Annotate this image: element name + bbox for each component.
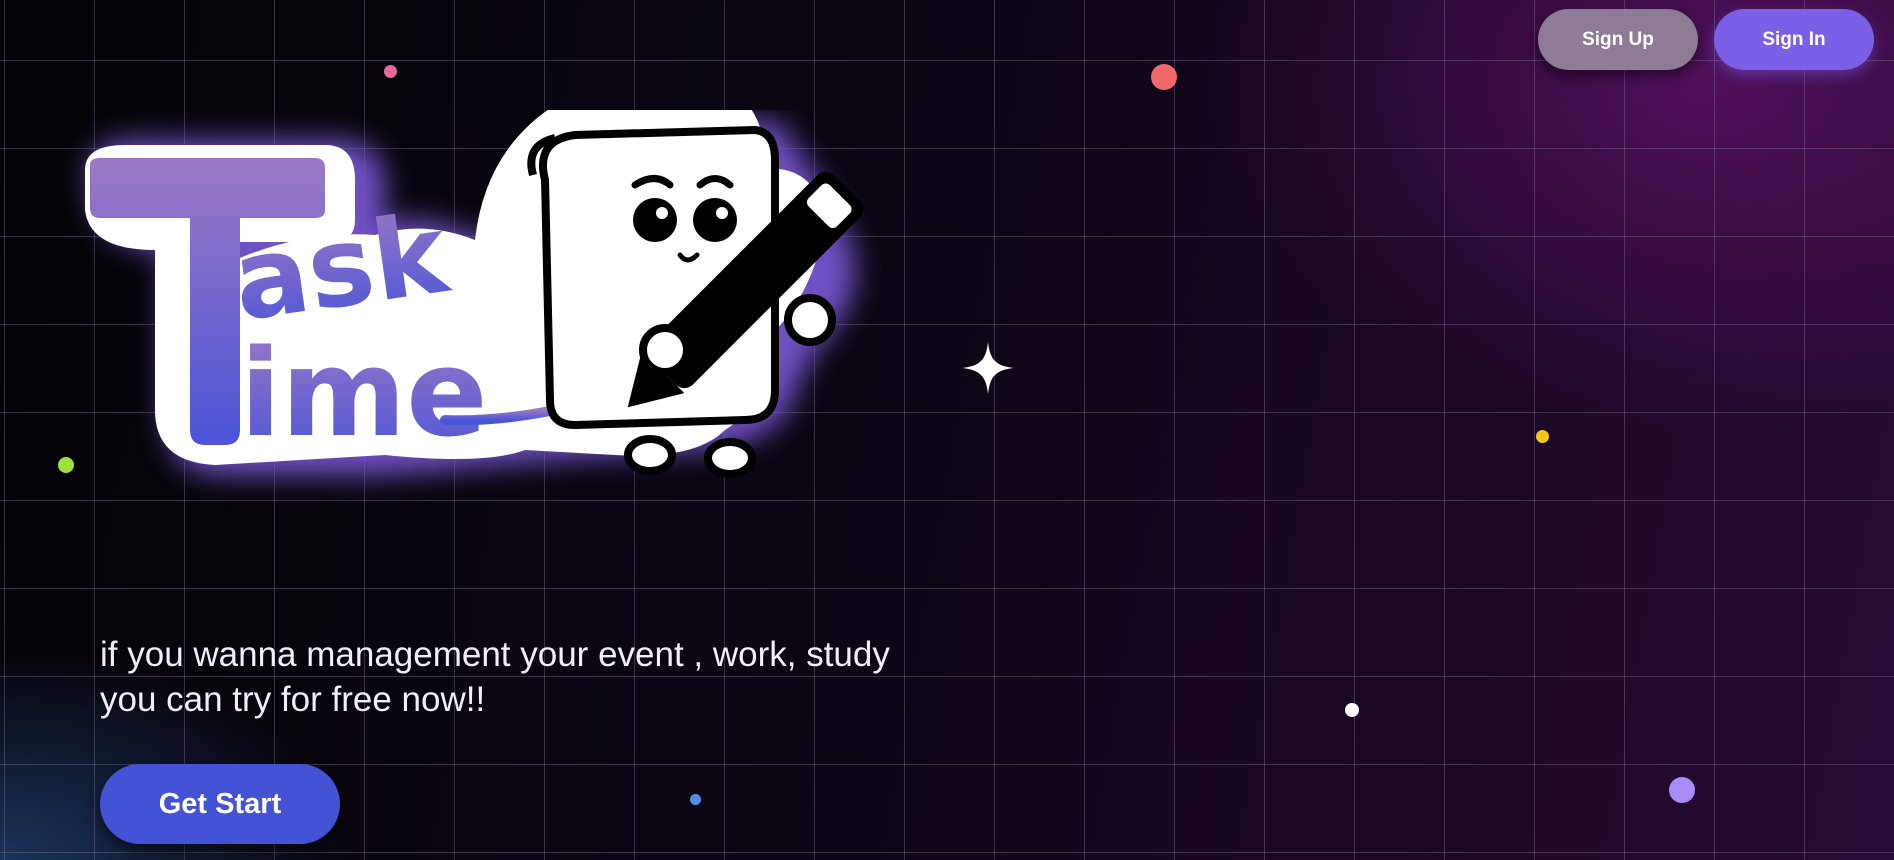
top-nav: Sign Up Sign In bbox=[1538, 9, 1874, 70]
get-start-button[interactable]: Get Start bbox=[100, 764, 340, 844]
sign-up-button[interactable]: Sign Up bbox=[1538, 9, 1698, 70]
tasktime-logo: ask ime bbox=[85, 110, 864, 478]
decor-dot-pink bbox=[384, 65, 397, 78]
sign-in-button[interactable]: Sign In bbox=[1714, 9, 1874, 70]
decor-dot-yellow bbox=[1536, 430, 1549, 443]
decor-dot-blue bbox=[690, 794, 701, 805]
decor-dot-white bbox=[1345, 703, 1359, 717]
decor-dot-red bbox=[1151, 64, 1177, 90]
svg-text:ime: ime bbox=[240, 325, 488, 464]
hero-tagline: if you wanna management your event , wor… bbox=[100, 635, 890, 719]
decor-dot-violet bbox=[1669, 777, 1695, 803]
mascot-icon bbox=[527, 125, 864, 478]
